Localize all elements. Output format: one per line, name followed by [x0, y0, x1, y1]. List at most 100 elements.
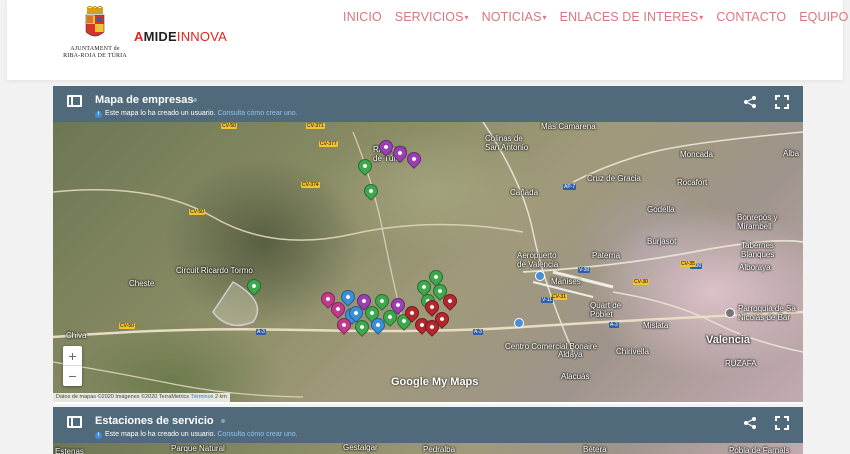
brand-name-first: MIDE	[143, 29, 177, 44]
road-label: CV-30	[633, 279, 649, 285]
chevron-down-icon: ▾	[464, 13, 469, 22]
notice-link[interactable]: Consulta cómo crear uno.	[217, 431, 297, 438]
title-dot-icon	[221, 419, 225, 423]
road-label: V-11	[541, 297, 553, 303]
place-label: Valencia	[706, 334, 751, 346]
title-dot-icon	[193, 98, 197, 102]
site-header: AJUNTAMENT de RIBA-ROJA DE TÚRIA AMIDEIN…	[7, 0, 848, 80]
place-label: Colinas de San Antonio	[485, 134, 529, 152]
place-label: Parroquia de Sa Nicolás de Bar	[738, 304, 796, 322]
place-label: Pobla de Farnals	[729, 446, 790, 454]
place-label: Circuit Ricardo Tormo	[176, 266, 253, 275]
place-label: Gestalgar	[343, 443, 378, 452]
municipality-name: AJUNTAMENT de RIBA-ROJA DE TÚRIA	[63, 46, 127, 59]
map-canvas[interactable]: Ribarroja de TúriaColinas de San Antonio…	[53, 122, 803, 402]
place-label: Cheste	[129, 279, 155, 288]
share-icon[interactable]	[743, 95, 757, 109]
place-label: Godella	[647, 205, 675, 214]
nav-item-noticias[interactable]: NOTICIAS▾	[482, 10, 547, 24]
sidebar-toggle-icon[interactable]	[67, 95, 82, 107]
place-label: Mas Camarena	[541, 122, 596, 131]
terms-link[interactable]: Términos	[190, 394, 213, 400]
nav-item-label: EQUIPO	[799, 10, 849, 24]
shopping-center-icon[interactable]	[514, 318, 524, 328]
road-label: CV-50	[221, 123, 237, 129]
place-label: Cañada	[510, 188, 539, 197]
attribution-text: Datos de mapas ©2020 Imágenes ©2020 Terr…	[56, 394, 190, 400]
nav-item-label: CONTACTO	[716, 10, 787, 24]
scale-label: 2 km	[214, 394, 227, 400]
info-icon: i	[95, 432, 102, 439]
road-label: CV-50	[189, 209, 205, 215]
nav-item-label: NOTICIAS	[481, 10, 542, 24]
road-label: A-3	[609, 322, 619, 328]
place-label: RUZAFA	[725, 359, 757, 368]
nav-item-label: ENLACES DE INTERES	[559, 10, 699, 24]
amide-innova-logo[interactable]: AMIDEINNOVA	[134, 29, 227, 44]
nav-item-inicio[interactable]: INICIO	[343, 10, 382, 24]
chevron-down-icon: ▾	[542, 13, 547, 22]
place-label: Aldaya	[558, 350, 583, 359]
place-label: Bonrepós y Mirambell	[737, 213, 778, 231]
place-label: Burjasot	[647, 237, 677, 246]
notice-link[interactable]: Consulta cómo crear uno.	[217, 110, 297, 117]
place-label: Moncada	[680, 150, 713, 159]
main-nav: INICIO SERVICIOS▾ NOTICIAS▾ ENLACES DE INTE…	[343, 10, 850, 24]
share-icon[interactable]	[743, 416, 757, 430]
place-label: Bétera	[583, 445, 607, 454]
sidebar-toggle-icon[interactable]	[67, 416, 82, 428]
place-label: Manises	[551, 277, 581, 286]
place-label: Alacuás	[561, 372, 590, 381]
map-notice: i Este mapa lo ha creado un usuario. Cons…	[95, 431, 298, 439]
nav-item-label: INICIO	[343, 10, 382, 24]
map-title: Estaciones de servicio	[95, 415, 214, 427]
nav-item-equipo[interactable]: EQUIPO	[799, 10, 848, 24]
nav-item-contacto[interactable]: CONTACTO	[716, 10, 786, 24]
map-canvas[interactable]: Estenas Parque Natural Gestalgar Pedralba Bé…	[53, 443, 803, 454]
zoom-in-button[interactable]: +	[63, 346, 82, 366]
place-label: Cruz de Gracia	[587, 174, 641, 183]
map-title: Mapa de empresas	[95, 94, 194, 106]
place-label: Pedralba	[423, 445, 456, 454]
place-label: Parque Natural	[171, 444, 225, 453]
map-header-bar: Mapa de empresas i Este mapa lo ha creado…	[53, 86, 803, 122]
place-label: Alboraya	[739, 263, 771, 272]
place-label: Aeropuerto de Valencia	[517, 251, 559, 269]
place-label: Mislata	[643, 321, 669, 330]
road-label: CV-31	[551, 294, 567, 300]
road-label: CV-377	[319, 141, 338, 147]
zoom-out-button[interactable]: −	[63, 366, 82, 386]
road-label: CV-371	[306, 123, 325, 129]
map-header-bar: Estaciones de servicio i Este mapa lo ha …	[53, 407, 803, 443]
map-notice: i Este mapa lo ha creado un usuario. Cons…	[95, 110, 298, 118]
road-label: CV-35	[680, 261, 696, 267]
coat-of-arms-icon	[85, 6, 105, 37]
municipality-logo[interactable]: AJUNTAMENT de RIBA-ROJA DE TÚRIA	[59, 6, 131, 70]
fullscreen-icon[interactable]	[775, 95, 789, 109]
road-label: A-3	[256, 329, 266, 335]
place-label: Estenas	[55, 447, 84, 454]
place-label: Chiva	[66, 331, 87, 340]
church-icon[interactable]	[725, 308, 735, 318]
zoom-control: + −	[63, 346, 82, 386]
fullscreen-icon[interactable]	[775, 416, 789, 430]
nav-item-servicios[interactable]: SERVICIOS▾	[395, 10, 469, 24]
road-label: A-3	[473, 329, 483, 335]
map-attribution: Datos de mapas ©2020 Imágenes ©2020 Terr…	[53, 393, 230, 402]
gas-stations-map-card: Estaciones de servicio i Este mapa lo ha …	[53, 407, 803, 454]
nav-item-label: SERVICIOS	[394, 10, 464, 24]
road-label: CV-50	[119, 323, 135, 329]
notice-text: Este mapa lo ha creado un usuario.	[105, 431, 216, 438]
google-my-maps-logo[interactable]: Google My Maps	[391, 376, 478, 388]
place-label: Chirivella	[616, 347, 649, 356]
nav-item-enlaces-de-interes[interactable]: ENLACES DE INTERES▾	[560, 10, 704, 24]
brand-name-second: INNOVA	[176, 29, 227, 44]
place-label: Tabernes Blanques	[741, 241, 775, 259]
place-label: Rocafort	[677, 178, 708, 187]
place-label: Centro Comercial Bonaire	[505, 342, 598, 351]
airport-icon[interactable]	[535, 271, 545, 281]
notice-text: Este mapa lo ha creado un usuario.	[105, 110, 216, 117]
road-label: V-30	[578, 267, 591, 273]
place-label: Quart de Poblet	[590, 301, 622, 319]
place-label: Alba	[783, 149, 800, 158]
